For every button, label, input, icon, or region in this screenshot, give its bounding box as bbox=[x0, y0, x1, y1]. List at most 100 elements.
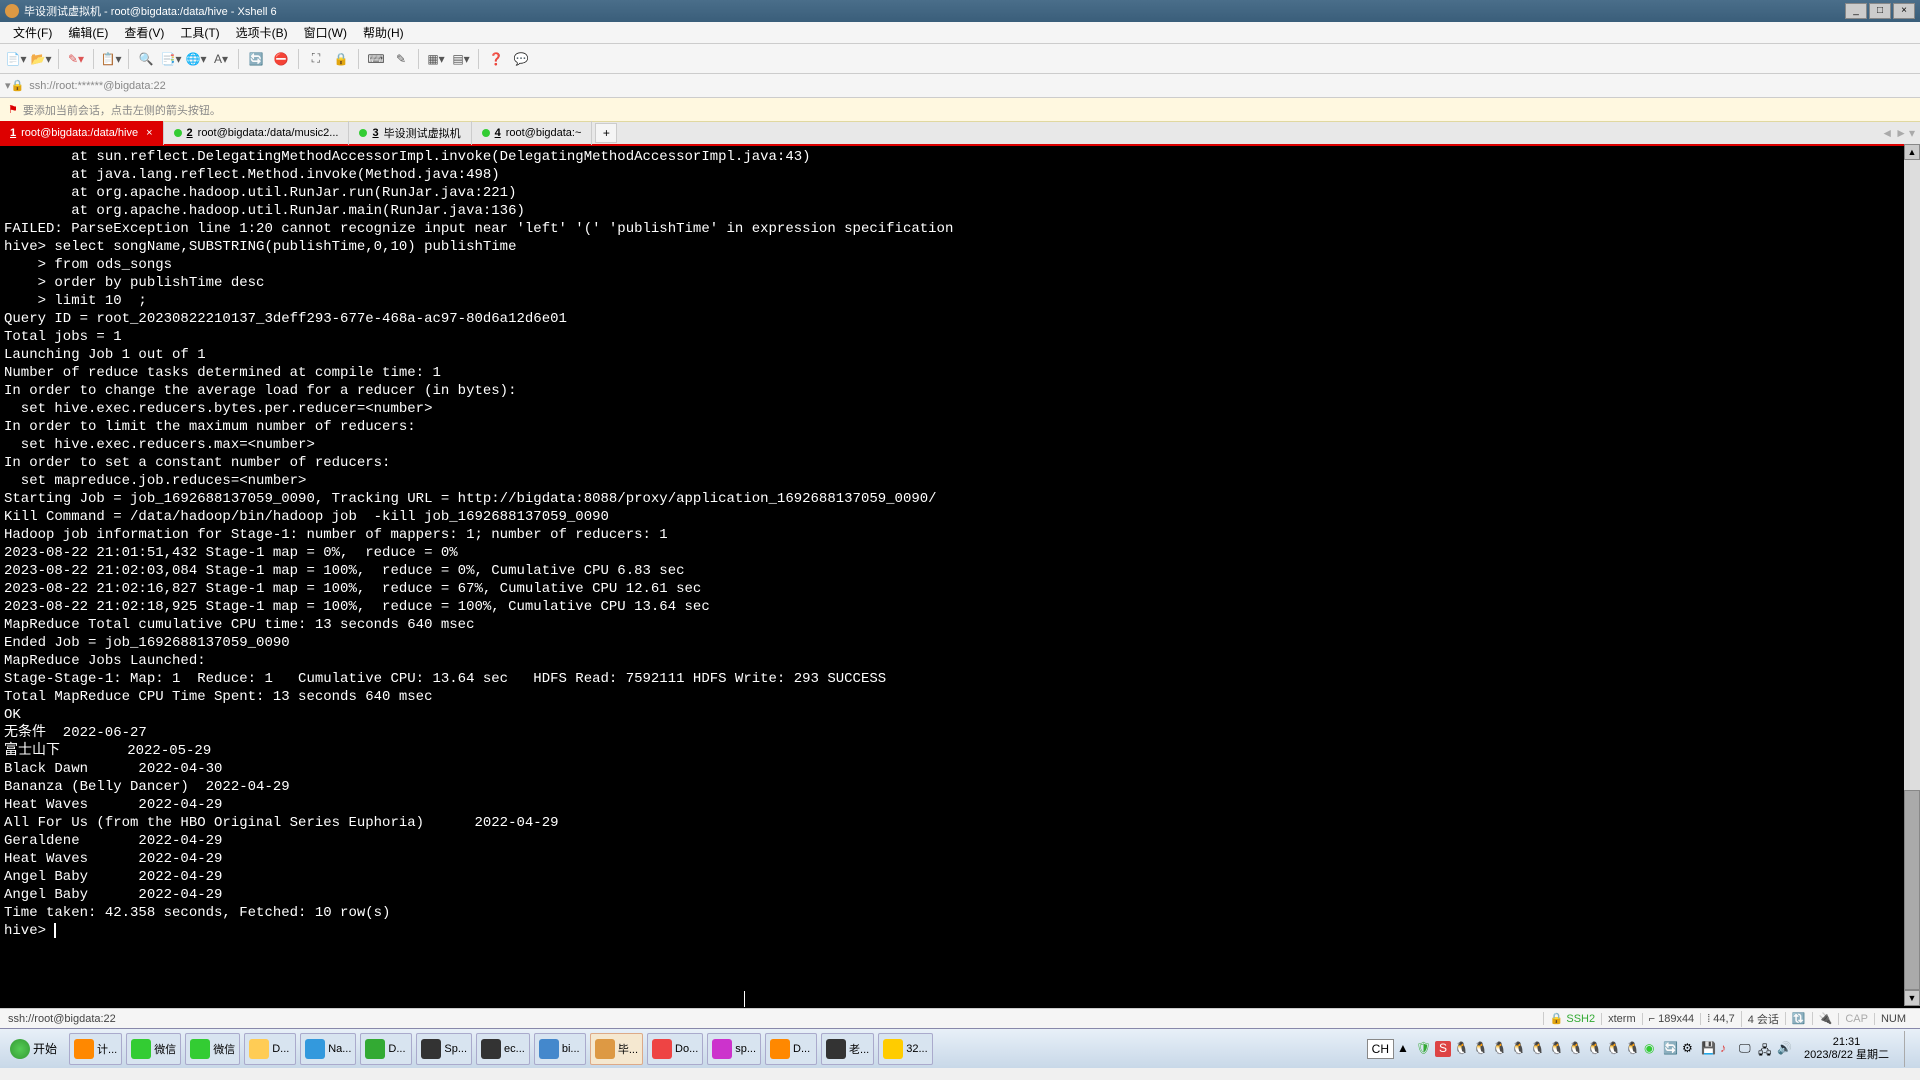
addressbar: ▾ 🔒 ssh://root:******@bigdata:22 bbox=[0, 74, 1920, 98]
tray-disk-icon[interactable]: 💾 bbox=[1701, 1041, 1717, 1057]
window-title: 毕设测试虚拟机 - root@bigdata:/data/hive - Xshe… bbox=[24, 3, 1845, 19]
scroll-up-icon[interactable]: ▲ bbox=[1904, 144, 1920, 160]
menu-edit[interactable]: 编辑(E) bbox=[60, 24, 116, 41]
tab-close-icon[interactable]: × bbox=[146, 127, 152, 139]
status-dot-icon bbox=[482, 129, 490, 137]
maximize-button[interactable]: □ bbox=[1869, 3, 1891, 19]
session-tab-2[interactable]: 2 root@bigdata:/data/music2... bbox=[164, 121, 350, 145]
tray-qq-icon[interactable]: 🐧 bbox=[1454, 1041, 1470, 1057]
taskbar-app-button[interactable]: 老... bbox=[821, 1033, 874, 1065]
tray-qq-icon[interactable]: 🐧 bbox=[1473, 1041, 1489, 1057]
fullscreen-icon[interactable]: ⛶ bbox=[305, 48, 327, 70]
feedback-icon[interactable]: 💬 bbox=[510, 48, 532, 70]
tray-ime-icon[interactable]: S bbox=[1435, 1041, 1451, 1057]
menu-tools[interactable]: 工具(T) bbox=[172, 24, 227, 41]
taskbar-app-button[interactable]: Na... bbox=[300, 1033, 356, 1065]
task-label: 32... bbox=[906, 1043, 927, 1055]
tray-music-icon[interactable]: ♪ bbox=[1720, 1041, 1736, 1057]
new-session-icon[interactable]: 📄▾ bbox=[5, 48, 27, 70]
tray-app-icon[interactable]: ◉ bbox=[1644, 1041, 1660, 1057]
menu-view[interactable]: 查看(V) bbox=[116, 24, 172, 41]
tab-next-icon[interactable]: ► bbox=[1895, 126, 1907, 140]
app-icon bbox=[421, 1039, 441, 1059]
menu-help[interactable]: 帮助(H) bbox=[355, 24, 412, 41]
menu-window[interactable]: 窗口(W) bbox=[296, 24, 355, 41]
tray-network-icon[interactable]: 🖧 bbox=[1758, 1041, 1774, 1057]
tray-qq-icon[interactable]: 🐧 bbox=[1568, 1041, 1584, 1057]
start-button[interactable]: 开始 bbox=[0, 1029, 67, 1069]
search-icon[interactable]: 🔍 bbox=[135, 48, 157, 70]
copy-icon[interactable]: 📋▾ bbox=[100, 48, 122, 70]
tab-label: root@bigdata:~ bbox=[506, 127, 582, 139]
task-label: D... bbox=[272, 1043, 289, 1055]
taskbar-app-button[interactable]: 微信 bbox=[185, 1033, 240, 1065]
lang-indicator[interactable]: CH bbox=[1367, 1039, 1394, 1059]
stop-icon[interactable]: ⛔ bbox=[270, 48, 292, 70]
session-tab-3[interactable]: 3 毕设测试虚拟机 bbox=[349, 121, 471, 145]
taskbar-app-button[interactable]: Sp... bbox=[416, 1033, 472, 1065]
taskbar-app-button[interactable]: bi... bbox=[534, 1033, 586, 1065]
status-size: ⌐ 189x44 bbox=[1642, 1013, 1701, 1025]
help-icon[interactable]: ❓ bbox=[485, 48, 507, 70]
session-tab-1[interactable]: 1 root@bigdata:/data/hive × bbox=[0, 121, 164, 145]
show-desktop-button[interactable] bbox=[1904, 1031, 1912, 1067]
taskbar-app-button[interactable]: sp... bbox=[707, 1033, 761, 1065]
separator bbox=[93, 49, 94, 69]
scrollbar-vertical[interactable]: ▲ ▼ bbox=[1904, 144, 1920, 1006]
scroll-down-icon[interactable]: ▼ bbox=[1904, 990, 1920, 1006]
toolbar: 📄▾ 📂▾ ✎▾ 📋▾ 🔍 📑▾ 🌐▾ A▾ 🔄 ⛔ ⛶ 🔒 ⌨ ✎ ▦▾ ▤▾… bbox=[0, 44, 1920, 74]
tray-volume-icon[interactable]: 🔊 bbox=[1777, 1041, 1793, 1057]
layout2-icon[interactable]: ▤▾ bbox=[450, 48, 472, 70]
taskbar-app-button[interactable]: 计... bbox=[69, 1033, 122, 1065]
tray-refresh-icon[interactable]: 🔄 bbox=[1663, 1041, 1679, 1057]
tray-qq-icon[interactable]: 🐧 bbox=[1530, 1041, 1546, 1057]
scrollbar-thumb[interactable] bbox=[1904, 790, 1920, 990]
taskbar: 开始 计...微信微信D...Na...D...Sp...ec...bi...毕… bbox=[0, 1028, 1920, 1068]
reconnect-icon[interactable]: ✎▾ bbox=[65, 48, 87, 70]
close-button[interactable]: × bbox=[1893, 3, 1915, 19]
tray-up-icon[interactable]: ▲ bbox=[1397, 1041, 1413, 1057]
taskbar-app-button[interactable]: ec... bbox=[476, 1033, 530, 1065]
taskbar-app-button[interactable]: 微信 bbox=[126, 1033, 181, 1065]
font-icon[interactable]: A▾ bbox=[210, 48, 232, 70]
flag-icon[interactable]: ⚑ bbox=[8, 103, 18, 116]
separator bbox=[358, 49, 359, 69]
session-tab-4[interactable]: 4 root@bigdata:~ bbox=[472, 121, 593, 145]
taskbar-app-button[interactable]: 毕... bbox=[590, 1033, 643, 1065]
copy-paste-icon[interactable]: 📑▾ bbox=[160, 48, 182, 70]
tab-prev-icon[interactable]: ◄ bbox=[1881, 126, 1893, 140]
tab-list-icon[interactable]: ▾ bbox=[1909, 126, 1915, 140]
add-tab-button[interactable]: + bbox=[595, 123, 617, 143]
tray-shield-icon[interactable]: 🛡 bbox=[1416, 1041, 1432, 1057]
tray-qq-icon[interactable]: 🐧 bbox=[1606, 1041, 1622, 1057]
open-session-icon[interactable]: 📂▾ bbox=[30, 48, 52, 70]
clock[interactable]: 21:31 2023/8/22 星期二 bbox=[1796, 1036, 1897, 1062]
terminal[interactable]: at sun.reflect.DelegatingMethodAccessorI… bbox=[0, 146, 1920, 1008]
tray-qq-icon[interactable]: 🐧 bbox=[1492, 1041, 1508, 1057]
taskbar-app-button[interactable]: 32... bbox=[878, 1033, 932, 1065]
taskbar-app-button[interactable]: D... bbox=[360, 1033, 412, 1065]
edit-icon[interactable]: ✎ bbox=[390, 48, 412, 70]
layout-icon[interactable]: ▦▾ bbox=[425, 48, 447, 70]
taskbar-app-button[interactable]: D... bbox=[244, 1033, 296, 1065]
tray-qq-icon[interactable]: 🐧 bbox=[1587, 1041, 1603, 1057]
app-icon bbox=[539, 1039, 559, 1059]
minimize-button[interactable]: _ bbox=[1845, 3, 1867, 19]
globe-icon[interactable]: 🌐▾ bbox=[185, 48, 207, 70]
keyboard-icon[interactable]: ⌨ bbox=[365, 48, 387, 70]
tray-qq-icon[interactable]: 🐧 bbox=[1511, 1041, 1527, 1057]
tip-text: 要添加当前会话，点击左侧的箭头按钮。 bbox=[23, 102, 221, 118]
tray-qq-icon[interactable]: 🐧 bbox=[1625, 1041, 1641, 1057]
menu-file[interactable]: 文件(F) bbox=[5, 24, 60, 41]
tray-tool-icon[interactable]: ⚙ bbox=[1682, 1041, 1698, 1057]
tray-qq-icon[interactable]: 🐧 bbox=[1549, 1041, 1565, 1057]
address-text[interactable]: ssh://root:******@bigdata:22 bbox=[29, 80, 166, 92]
task-label: 老... bbox=[849, 1041, 869, 1057]
separator bbox=[418, 49, 419, 69]
menu-tabs[interactable]: 选项卡(B) bbox=[228, 24, 296, 41]
lock-icon[interactable]: 🔒 bbox=[330, 48, 352, 70]
tray-monitor-icon[interactable]: 🖵 bbox=[1739, 1041, 1755, 1057]
taskbar-app-button[interactable]: Do... bbox=[647, 1033, 703, 1065]
refresh-icon[interactable]: 🔄 bbox=[245, 48, 267, 70]
taskbar-app-button[interactable]: D... bbox=[765, 1033, 817, 1065]
